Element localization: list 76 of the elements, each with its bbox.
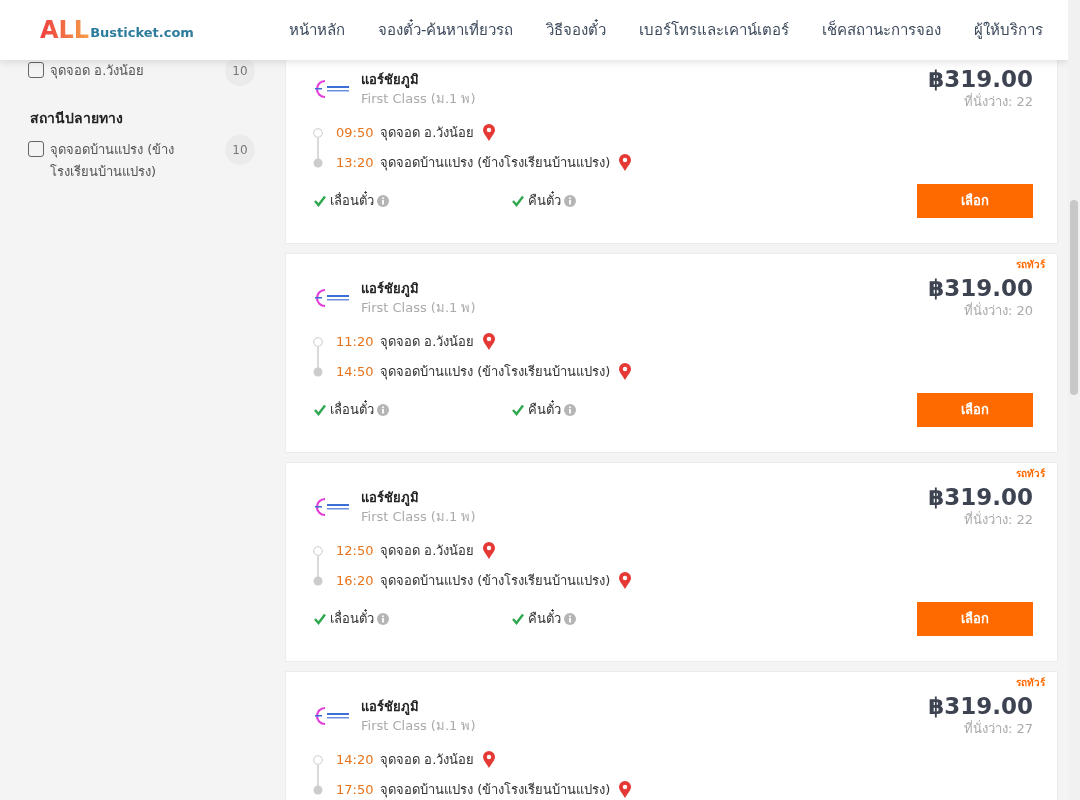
feature-label: คืนตั๋ว: [528, 400, 561, 420]
map-pin-icon: [482, 123, 497, 142]
map-pin-icon: [618, 571, 633, 590]
departure-time: 17:50: [336, 781, 372, 800]
departure-time: 11:20: [336, 333, 372, 352]
price: ฿319.00: [928, 276, 1033, 302]
seats-available: ที่นั่งว่าง: 22: [962, 510, 1033, 530]
price: ฿319.00: [928, 485, 1033, 511]
feature-label: เลื่อนตั๋ว: [330, 609, 374, 629]
filter-label: จุดจอดบ้านแปรง (ข้างโรงเรียนบ้านแปรง): [50, 141, 176, 181]
bus-class: First Class (ม.1 พ): [361, 90, 476, 109]
info-icon: [564, 194, 576, 207]
bus-type-tag: รถทัวร์: [1016, 466, 1045, 481]
timeline-end-icon: [313, 356, 323, 377]
nav-link[interactable]: ผู้ให้บริการ: [974, 18, 1044, 42]
stop-name: จุดจอดบ้านแปรง (ข้างโรงเรียนบ้านแปรง): [380, 572, 611, 591]
seats-available: ที่นั่งว่าง: 22: [962, 92, 1033, 112]
nav-link[interactable]: เช็คสถานะการจอง: [822, 18, 942, 42]
map-pin-icon: [618, 362, 633, 381]
feature-label: เลื่อนตั๋ว: [330, 191, 374, 211]
timeline-end-icon: [313, 147, 323, 168]
departure-time: 12:50: [336, 542, 372, 561]
departure-time: 16:20: [336, 572, 372, 591]
timeline-start-icon: [313, 545, 323, 566]
departure-time: 14:20: [336, 751, 372, 770]
operator-name: แอร์ชัยภูมิ: [361, 279, 420, 299]
bus-class: First Class (ม.1 พ): [361, 508, 476, 527]
info-icon: [377, 194, 389, 207]
map-pin-icon: [482, 541, 497, 560]
seats-available: ที่นั่งว่าง: 20: [962, 301, 1033, 321]
map-pin-icon: [618, 153, 633, 172]
timeline-end-icon: [313, 774, 323, 795]
map-pin-icon: [482, 332, 497, 351]
stop-name: จุดจอดบ้านแปรง (ข้างโรงเรียนบ้านแปรง): [380, 154, 611, 173]
departure-time: 09:50: [336, 124, 372, 143]
info-icon: [377, 403, 389, 416]
stop-name: จุดจอด อ.วังน้อย: [380, 124, 475, 143]
departure-time: 13:20: [336, 154, 372, 173]
stop-name: จุดจอด อ.วังน้อย: [380, 751, 475, 770]
checkbox[interactable]: [28, 141, 44, 157]
stop-name: จุดจอดบ้านแปรง (ข้างโรงเรียนบ้านแปรง): [380, 781, 611, 800]
timeline-start-icon: [313, 336, 323, 357]
filter-heading: สถานีปลายทาง: [30, 109, 124, 128]
bus-class: First Class (ม.1 พ): [361, 717, 476, 736]
checkbox[interactable]: [28, 62, 44, 78]
seats-available: ที่นั่งว่าง: 27: [962, 719, 1033, 739]
logo-text[interactable]: Busticket.com: [90, 22, 194, 42]
bus-type-tag: รถทัวร์: [1016, 257, 1045, 272]
feature-label: คืนตั๋ว: [528, 609, 561, 629]
scrollbar-thumb[interactable]: [1070, 200, 1078, 395]
price: ฿319.00: [928, 694, 1033, 720]
stop-name: จุดจอด อ.วังน้อย: [380, 333, 475, 352]
nav-link[interactable]: หน้าหลัก: [288, 18, 345, 42]
stop-name: จุดจอดบ้านแปรง (ข้างโรงเรียนบ้านแปรง): [380, 363, 611, 382]
nav-link[interactable]: เบอร์โทรและเคาน์เตอร์: [639, 18, 790, 42]
bus-type-tag: รถทัวร์: [1016, 675, 1045, 690]
nav-link[interactable]: จองตั๋ว-ค้นหาเที่ยวรถ: [377, 18, 514, 42]
nav-link[interactable]: วิธีจองตั๋ว: [546, 18, 607, 42]
feature-label: เลื่อนตั๋ว: [330, 400, 374, 420]
feature-label: คืนตั๋ว: [528, 191, 561, 211]
info-icon: [377, 612, 389, 625]
operator-name: แอร์ชัยภูมิ: [361, 697, 420, 717]
price: ฿319.00: [928, 67, 1033, 93]
stop-name: จุดจอด อ.วังน้อย: [380, 542, 475, 561]
info-icon: [564, 612, 576, 625]
bus-class: First Class (ม.1 พ): [361, 299, 476, 318]
timeline-end-icon: [313, 565, 323, 586]
info-icon: [564, 403, 576, 416]
departure-time: 14:50: [336, 363, 372, 382]
timeline-start-icon: [313, 127, 323, 148]
operator-name: แอร์ชัยภูมิ: [361, 488, 420, 508]
map-pin-icon: [482, 750, 497, 769]
timeline-start-icon: [313, 754, 323, 775]
operator-name: แอร์ชัยภูมิ: [361, 70, 420, 90]
filter-label: จุดจอด อ.วังน้อย: [50, 62, 146, 81]
count-badge: 10: [225, 135, 255, 165]
